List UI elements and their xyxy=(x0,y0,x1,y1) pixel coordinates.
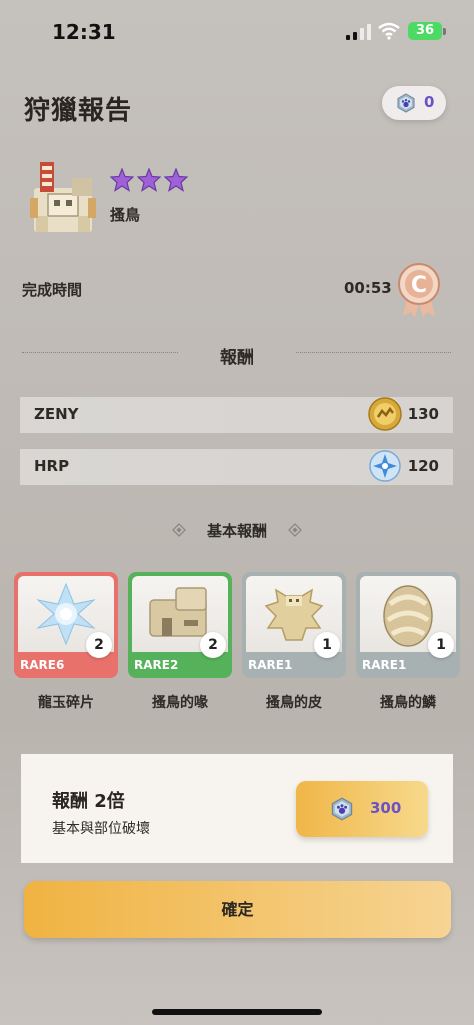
home-indicator[interactable] xyxy=(152,1009,322,1015)
page-title: 狩獵報告 xyxy=(24,96,133,126)
basic-rewards-title: 基本報酬 xyxy=(206,522,267,540)
item-name: 搔鳥的喙 xyxy=(152,695,208,711)
zeny-row: ZENY 130 xyxy=(20,397,453,433)
zeny-coin-icon xyxy=(368,397,402,431)
reward-item-card[interactable]: 2 RARE2 xyxy=(128,572,232,678)
star-icon xyxy=(164,168,189,192)
item-count-badge: 1 xyxy=(428,632,454,658)
clear-time-label: 完成時間 xyxy=(22,281,83,299)
wifi-icon xyxy=(378,22,400,40)
monster-icon xyxy=(30,162,96,232)
item-name: 搔鳥的鱗 xyxy=(380,695,436,711)
rewards-title: 報酬 xyxy=(220,348,254,368)
monster-name: 搔鳥 xyxy=(110,206,141,224)
double-reward-button[interactable]: 300 xyxy=(296,781,428,837)
hrp-row: HRP 120 xyxy=(20,449,453,485)
divider-right xyxy=(296,352,451,353)
rank-c-badge-icon: C xyxy=(398,263,440,318)
cellular-signal-icon xyxy=(346,24,371,40)
item-count-badge: 2 xyxy=(86,632,112,658)
zeny-label: ZENY xyxy=(34,405,79,423)
item-count-badge: 1 xyxy=(314,632,340,658)
item-rarity: RARE6 xyxy=(20,658,65,672)
paw-currency-value: 0 xyxy=(424,93,435,111)
double-reward-cost: 300 xyxy=(370,799,402,817)
hrp-value: 120 xyxy=(407,457,439,475)
double-reward-title: 報酬 2倍 xyxy=(52,791,125,812)
double-reward-panel: 報酬 2倍 基本與部位破壞 300 xyxy=(21,754,453,863)
diamond-ornament-icon xyxy=(288,523,302,537)
paw-badge-icon xyxy=(397,93,415,113)
star-icon xyxy=(137,168,162,192)
hrp-crystal-icon xyxy=(369,450,401,482)
hrp-label: HRP xyxy=(34,457,70,475)
item-rarity: RARE2 xyxy=(134,658,179,672)
clear-time-value: 00:53 xyxy=(344,279,392,297)
status-bar: 12:31 36 xyxy=(0,0,474,60)
zeny-value: 130 xyxy=(407,405,439,423)
double-reward-subtitle: 基本與部位破壞 xyxy=(52,821,150,837)
status-time: 12:31 xyxy=(52,20,116,44)
reward-item-card[interactable]: 1 RARE1 xyxy=(242,572,346,678)
rank-letter: C xyxy=(411,273,427,298)
item-name: 龍玉碎片 xyxy=(38,695,94,711)
battery-indicator: 36 xyxy=(408,22,442,40)
item-count-badge: 2 xyxy=(200,632,226,658)
paw-currency-pill[interactable]: 0 xyxy=(382,86,446,120)
item-rarity: RARE1 xyxy=(362,658,407,672)
star-rating xyxy=(110,168,189,192)
reward-item-card[interactable]: 2 RARE6 xyxy=(14,572,118,678)
item-rarity: RARE1 xyxy=(248,658,293,672)
confirm-button[interactable]: 確定 xyxy=(24,881,451,938)
battery-tip xyxy=(443,28,446,35)
item-name: 搔鳥的皮 xyxy=(266,695,322,711)
star-icon xyxy=(110,168,134,192)
paw-badge-icon xyxy=(331,797,353,821)
reward-item-card[interactable]: 1 RARE1 xyxy=(356,572,460,678)
